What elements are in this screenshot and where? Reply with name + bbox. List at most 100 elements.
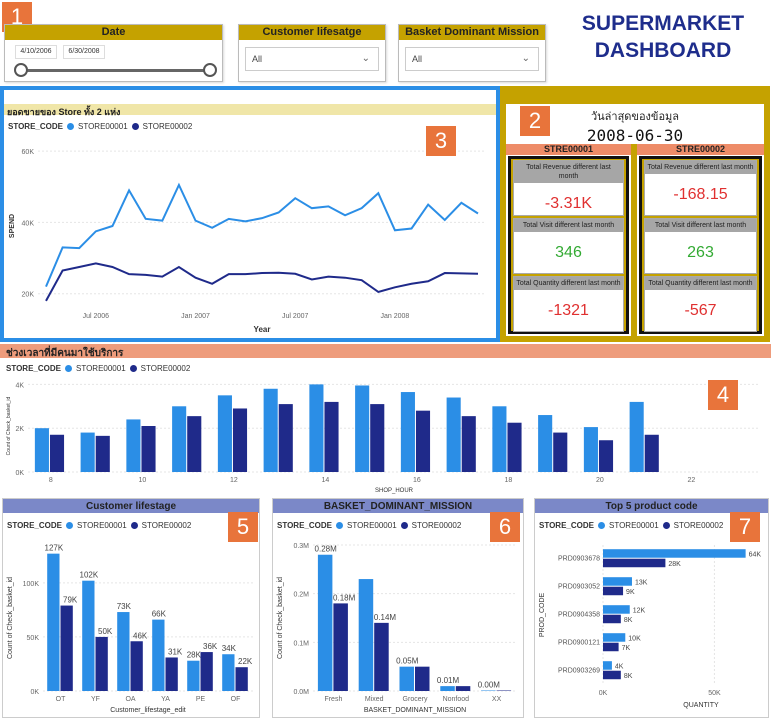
legend-dot-store2 [400, 522, 408, 529]
x-tick-label: 18 [504, 477, 512, 484]
y-tick-label: PRD0904358 [558, 612, 600, 619]
store1-revenue-value: -3.31K [544, 195, 593, 212]
spend-line-chart: 20K 40K 60K Jul 2006 Jan 2007 Jul 2007 Jan 200… [9, 149, 486, 334]
bar-store1 [492, 406, 507, 472]
x-axis-label: SHOP_HOUR [375, 488, 414, 494]
legend-store2[interactable]: STORE00002 [143, 122, 193, 131]
mission-slicer-title: Basket Dominant Mission [399, 25, 545, 40]
y-tick-label: 60K [22, 149, 35, 156]
mission-dropdown[interactable]: All ⌄ [405, 47, 539, 71]
date-slider-start-handle[interactable] [14, 63, 28, 77]
legend-store1[interactable]: STORE00001 [78, 122, 128, 131]
bar-store1 [603, 661, 612, 670]
legend-store1[interactable]: STORE00001 [76, 364, 126, 373]
y-tick-label: PRD0903269 [558, 668, 600, 675]
lifestage-dropdown-value: All [252, 54, 263, 64]
lifestage-slicer[interactable]: Customer lifesatge All ⌄ [238, 24, 386, 82]
y-tick-label: PRD0900121 [558, 640, 600, 647]
legend-title: STORE_CODE [7, 521, 62, 530]
date-slider-end-handle[interactable] [203, 63, 217, 77]
hour-bar-panel: ช่วงเวลาที่มีคนมาใช้บริการ STORE_CODE ST… [0, 344, 771, 494]
x-tick-label: 22 [687, 477, 695, 484]
bar-store2 [187, 416, 202, 472]
spend-line-legend: STORE_CODE STORE00001 STORE00002 [8, 122, 192, 131]
mission-dropdown-value: All [412, 54, 423, 64]
data-label: 0.18M [333, 593, 356, 602]
product-legend: STORE_CODE STORE00001 STORE00002 [539, 521, 723, 530]
data-label: 102K [80, 571, 99, 580]
bar-store1 [309, 384, 324, 472]
data-label: 127K [45, 544, 64, 553]
x-axis-label: Customer_lifestage_edit [110, 707, 186, 714]
bar-store2 [232, 408, 248, 472]
bar-store2 [603, 670, 621, 680]
series-line-store1 [45, 182, 479, 287]
legend-store2[interactable]: STORE00002 [142, 521, 192, 530]
date-start-field[interactable]: 4/10/2006 [15, 45, 57, 59]
y-tick-label: 0.1M [293, 640, 309, 647]
x-axis-label: QUANTITY [683, 702, 719, 709]
store1-visit-kpi: Total Visit different last month 346 [513, 218, 624, 274]
legend-store1[interactable]: STORE00001 [609, 521, 659, 530]
bar-store1 [263, 388, 278, 472]
data-label: 36K [203, 642, 218, 651]
y-tick-label: 0.0M [293, 689, 309, 696]
bar-store1 [187, 660, 200, 691]
store2-qty-kpi: Total Quantity different last month -567 [644, 276, 757, 332]
lifestage-chart-title: Customer lifestage [85, 501, 177, 512]
x-tick-label: Nonfood [443, 696, 470, 703]
legend-dot-store2 [131, 123, 139, 130]
bar-store2 [200, 652, 213, 691]
spend-line-panel: ยอดขายของ Store ทั้ง 2 แห่ง STORE_CODE S… [0, 86, 500, 342]
bar-store2 [95, 636, 108, 691]
bar-store2 [95, 435, 110, 472]
data-label: 73K [117, 602, 132, 611]
product-chart-title: Top 5 product code [605, 501, 698, 512]
y-axis-label: Count of Check_basket_id [277, 577, 284, 659]
legend-title: STORE_CODE [277, 521, 332, 530]
mission-slicer[interactable]: Basket Dominant Mission All ⌄ [398, 24, 546, 82]
date-slicer[interactable]: Date 4/10/2006 6/30/2008 [4, 24, 223, 82]
legend-title: STORE_CODE [6, 364, 61, 373]
bar-store2 [455, 686, 471, 691]
y-tick-label: 0K [15, 470, 24, 477]
data-label: 46K [133, 631, 148, 640]
dashboard-title: SUPERMARKET DASHBOARD [568, 10, 758, 64]
hour-bar-legend: STORE_CODE STORE00001 STORE00002 [6, 364, 190, 373]
mission-chart-title: BASKET_DOMINANT_MISSION [323, 501, 473, 512]
lifestage-dropdown[interactable]: All ⌄ [245, 47, 379, 71]
bar-store2 [644, 434, 659, 472]
store2-visit-value: 263 [687, 244, 714, 261]
store2-card-title: STRE00002 [637, 144, 764, 155]
chevron-down-icon[interactable]: ⌄ [362, 53, 370, 64]
x-axis-label: Year [254, 325, 271, 334]
bar-store1 [400, 392, 415, 472]
bar-store2 [496, 690, 512, 691]
y-tick-label: 100K [23, 581, 40, 588]
legend-dot-store2 [130, 522, 138, 529]
y-tick-label: 50K [27, 635, 40, 642]
bar-store1 [222, 654, 235, 691]
data-label: 13K [635, 580, 648, 587]
x-tick-label: 0K [599, 690, 608, 697]
legend-store1[interactable]: STORE00001 [347, 521, 397, 530]
store2-revenue-value: -168.15 [673, 186, 728, 203]
legend-store2[interactable]: STORE00002 [141, 364, 191, 373]
y-tick-label: 4K [15, 382, 24, 389]
x-tick-label: Mixed [365, 696, 384, 703]
bar-store1 [481, 690, 496, 691]
date-end-field[interactable]: 6/30/2008 [63, 45, 105, 59]
date-slider-track[interactable] [21, 69, 211, 72]
legend-store1[interactable]: STORE00001 [77, 521, 127, 530]
legend-store2[interactable]: STORE00002 [674, 521, 724, 530]
legend-store2[interactable]: STORE00002 [412, 521, 462, 530]
y-tick-label: 0.2M [293, 592, 309, 599]
legend-title: STORE_CODE [8, 122, 63, 131]
chevron-down-icon[interactable]: ⌄ [522, 53, 530, 64]
bar-store1 [152, 619, 165, 691]
x-axis-label: BASKET_DOMINANT_MISSION [364, 707, 466, 714]
lifestage-slicer-title: Customer lifesatge [239, 25, 385, 40]
section-badge-4: 4 [708, 380, 738, 410]
bar-store1 [355, 385, 370, 472]
bar-store1 [117, 612, 130, 691]
